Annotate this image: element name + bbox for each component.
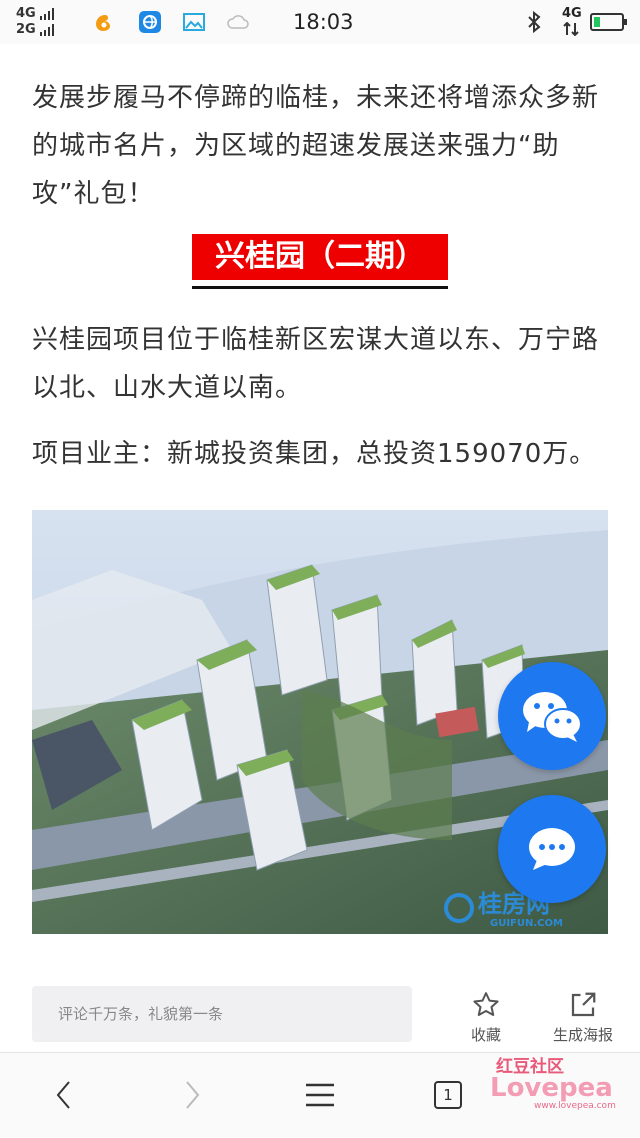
battery-icon xyxy=(590,13,627,31)
chevron-left-icon xyxy=(56,1081,70,1109)
watermark-text-main: Lovepea xyxy=(490,1073,613,1103)
section-title: 兴桂园（二期） xyxy=(192,234,448,289)
uc-browser-icon xyxy=(96,15,110,31)
bluetooth-icon xyxy=(528,10,541,34)
forward-button[interactable] xyxy=(172,1075,212,1115)
back-button[interactable] xyxy=(44,1075,84,1115)
title-underline xyxy=(192,286,448,289)
article-paragraph: 兴桂园项目位于临桂新区宏谋大道以东、万宁路以北、山水大道以南。 xyxy=(32,325,600,403)
sim2-label: 2G xyxy=(16,22,36,37)
gallery-icon xyxy=(183,13,205,31)
weather-cloud-icon xyxy=(227,15,249,29)
data-transfer-icon xyxy=(563,22,579,36)
section-title-text: 兴桂园（二期） xyxy=(192,234,448,280)
article-paragraph: 项目业主：新城投资集团，总投资159070万。 xyxy=(32,439,597,469)
article-paragraph: 发展步履马不停蹄的临桂，未来还将增添众多新的城市名片，为区域的超速发展送来强力“… xyxy=(32,83,600,209)
network-type: 4G xyxy=(562,6,582,21)
hamburger-menu-icon xyxy=(306,1083,334,1107)
browser-app-icon xyxy=(139,11,161,33)
chat-button[interactable] xyxy=(498,795,606,903)
tabs-button[interactable]: 1 xyxy=(428,1075,468,1115)
share-export-icon xyxy=(571,992,596,1017)
menu-button[interactable] xyxy=(300,1075,340,1115)
star-icon xyxy=(473,992,499,1016)
wechat-icon xyxy=(523,692,582,742)
generate-poster-label: 生成海报 xyxy=(552,1026,613,1044)
signal-bars-icon xyxy=(39,8,54,20)
sim1-label: 4G xyxy=(16,6,36,21)
comment-input[interactable]: 评论千万条，礼貌第一条 xyxy=(32,986,412,1042)
chat-bubble-icon xyxy=(529,828,575,870)
wechat-share-button[interactable] xyxy=(498,662,606,770)
site-watermark-logo: 红豆社区 Lovepea www.lovepea.com xyxy=(490,1052,630,1112)
status-bar: 4G 2G 18:03 4G xyxy=(0,0,640,44)
signal-bars-icon xyxy=(39,24,54,36)
favorite-label: 收藏 xyxy=(470,1026,501,1044)
clock: 18:03 xyxy=(293,10,354,34)
chevron-right-icon xyxy=(186,1081,200,1109)
signal-indicators: 4G 2G xyxy=(16,6,54,38)
favorite-button[interactable]: 收藏 xyxy=(446,990,526,1045)
image-watermark-sub: GUIFUN.COM xyxy=(490,918,563,929)
watermark-url: www.lovepea.com xyxy=(534,1101,616,1111)
generate-poster-button[interactable]: 生成海报 xyxy=(543,990,623,1045)
tab-count: 1 xyxy=(434,1081,462,1109)
